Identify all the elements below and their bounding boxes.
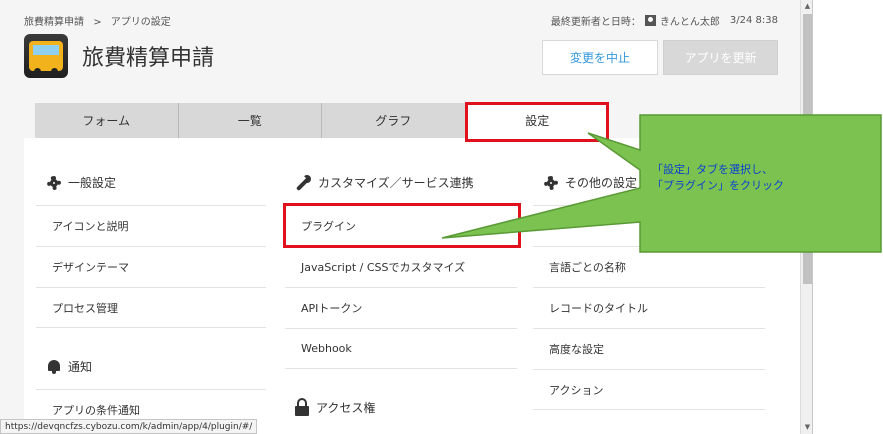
general-settings-heading-label: 一般設定 — [68, 176, 117, 190]
callout-line-2: 「プラグイン」をクリック — [652, 179, 784, 192]
menu-item-label: デザインテーマ — [52, 261, 129, 274]
menu-item-label: APIトークン — [301, 302, 363, 315]
menu-item-language-names[interactable]: 言語ごとの名称 — [533, 246, 765, 287]
menu-item-webhook[interactable]: Webhook — [285, 328, 517, 369]
menu-item-label: アイコンと説明 — [52, 220, 129, 233]
access-heading-label: アクセス権 — [316, 400, 376, 415]
tab-graph[interactable]: グラフ — [322, 103, 466, 138]
user-icon — [644, 15, 656, 26]
menu-item-icon-description[interactable]: アイコンと説明 — [36, 205, 266, 246]
menu-item-design-theme[interactable]: デザインテーマ — [36, 246, 266, 287]
last-updated-label: 最終更新者と日時： — [550, 17, 641, 28]
other-settings-heading-label: その他の設定 — [565, 176, 638, 190]
bell-icon — [46, 359, 62, 375]
callout-text: 「設定」タブを選択し、 「プラグイン」をクリック — [652, 162, 872, 194]
breadcrumb: 旅費精算申請 > アプリの設定 — [24, 13, 177, 28]
last-updated-user[interactable]: きんとん太郎 — [660, 13, 720, 28]
menu-item-label: アプリの条件通知 — [52, 404, 140, 417]
menu-item-record-title[interactable]: レコードのタイトル — [533, 287, 765, 328]
notification-heading: 通知 — [46, 358, 92, 375]
menu-item-actions[interactable]: アクション — [533, 369, 765, 410]
notification-heading-label: 通知 — [68, 360, 93, 374]
menu-item-api-token[interactable]: APIトークン — [285, 287, 517, 328]
breadcrumb-separator: > — [93, 17, 102, 28]
wrench-icon — [294, 174, 312, 191]
last-updated-datetime: 3/24 8:38 — [729, 15, 778, 26]
cancel-changes-button[interactable]: 変更を中止 — [542, 40, 658, 75]
menu-item-label: 言語ごとの名称 — [549, 261, 626, 274]
customize-heading-label: カスタマイズ／サービス連携 — [318, 176, 474, 190]
app-title: 旅費精算申請 — [82, 46, 215, 71]
status-bar-url: https://devqncfzs.cybozu.com/k/admin/app… — [0, 419, 258, 434]
customize-heading: カスタマイズ／サービス連携 — [294, 174, 474, 191]
menu-item-label: Webhook — [301, 342, 352, 355]
tab-form[interactable]: フォーム — [35, 103, 179, 138]
menu-item-label: 高度な設定 — [549, 343, 604, 356]
bus-icon — [24, 34, 68, 78]
scroll-thumb[interactable] — [803, 14, 812, 284]
menu-item-advanced-settings[interactable]: 高度な設定 — [533, 328, 765, 369]
general-settings-heading: 一般設定 — [46, 174, 116, 191]
menu-item-label: プロセス管理 — [52, 301, 118, 315]
update-app-button[interactable]: アプリを更新 — [663, 40, 778, 75]
access-heading: アクセス権 — [294, 398, 375, 416]
vertical-scrollbar[interactable]: ▲ ▼ — [800, 0, 812, 434]
gear-icon — [543, 175, 559, 191]
other-settings-heading: その他の設定 — [543, 174, 637, 191]
highlight-plugin-item — [283, 203, 521, 248]
menu-item-js-css-customize[interactable]: JavaScript / CSSでカスタマイズ — [285, 246, 517, 287]
scroll-up-icon[interactable]: ▲ — [801, 0, 812, 12]
menu-item-hidden — [533, 205, 765, 246]
menu-item-label: レコードのタイトル — [549, 302, 648, 315]
tab-list[interactable]: 一覧 — [178, 103, 322, 138]
breadcrumb-current: アプリの設定 — [110, 17, 171, 28]
menu-item-label: アクション — [549, 383, 604, 397]
breadcrumb-root[interactable]: 旅費精算申請 — [24, 17, 84, 28]
scroll-down-icon[interactable]: ▼ — [801, 421, 812, 433]
menu-item-label: JavaScript / CSSでカスタマイズ — [301, 261, 466, 274]
callout-line-1: 「設定」タブを選択し、 — [652, 163, 773, 176]
lock-icon — [294, 398, 310, 416]
highlight-settings-tab — [465, 102, 609, 142]
gear-icon — [46, 175, 62, 191]
menu-item-process-management[interactable]: プロセス管理 — [36, 287, 266, 328]
last-updated-info: 最終更新者と日時： きんとん太郎 3/24 8:38 — [551, 13, 778, 28]
